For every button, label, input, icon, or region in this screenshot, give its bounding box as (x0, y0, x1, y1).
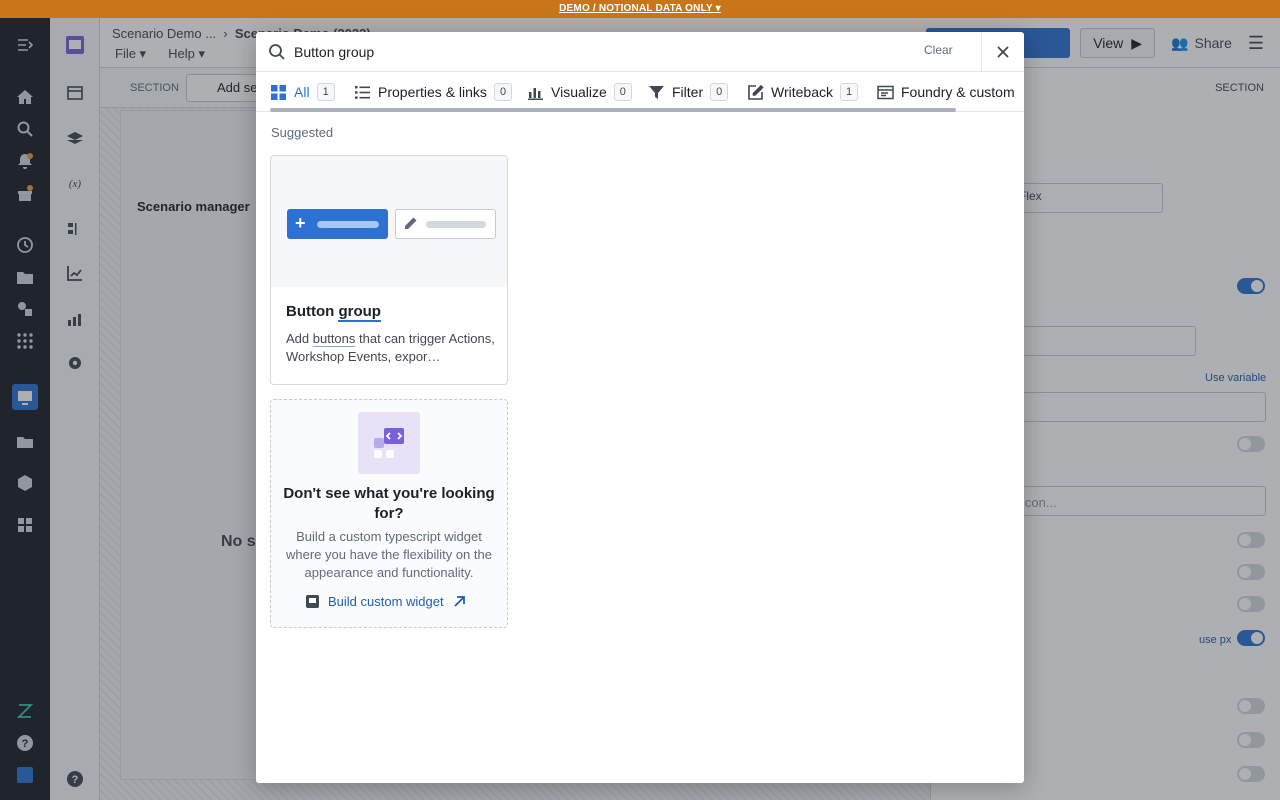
custom-widget-icon (358, 412, 420, 474)
tab-count: 0 (613, 83, 632, 101)
title-word-1: Button (286, 303, 335, 320)
filter-icon (649, 85, 664, 99)
tab-visualize[interactable]: Visualize 0 (527, 72, 632, 112)
suggested-heading: Suggested (271, 125, 334, 140)
application-icon (877, 85, 894, 99)
clear-button[interactable]: Clear (924, 43, 953, 57)
edit-icon (748, 84, 764, 100)
tab-all[interactable]: All 1 (270, 72, 335, 112)
title-word-2: group (338, 303, 381, 322)
tab-properties-links[interactable]: Properties & links 0 (354, 72, 513, 112)
search-bar: Clear (256, 32, 1024, 72)
pencil-icon (405, 217, 417, 229)
tab-count: 0 (710, 83, 729, 101)
build-custom-widget-label: Build custom widget (328, 594, 444, 609)
desc-highlight: buttons (312, 331, 356, 347)
widget-search-input[interactable] (294, 40, 894, 64)
custom-widget-card: Don't see what you're looking for? Build… (270, 399, 508, 628)
preview-primary-button: + (287, 209, 388, 239)
tab-label: Properties & links (378, 84, 487, 100)
arrow-up-right-icon (453, 596, 465, 607)
widget-title: Button group (286, 303, 381, 322)
custom-widget-description: Build a custom typescript widget where y… (286, 529, 492, 580)
tab-writeback[interactable]: Writeback 1 (747, 72, 859, 112)
button-group-widget-card[interactable]: + Button group Add buttons that can trig… (270, 155, 508, 385)
plus-icon: + (295, 213, 306, 233)
add-widget-dialog: Clear All 1 Properties & links 0 Visuali… (256, 32, 1024, 783)
preview-bar (426, 221, 486, 228)
tab-label: All (294, 84, 310, 100)
bar-chart-icon (528, 87, 543, 100)
grid-icon (271, 84, 286, 100)
tab-label: Writeback (771, 84, 833, 100)
tab-count: 1 (316, 83, 335, 101)
category-tabs: All 1 Properties & links 0 Visualize 0 F… (256, 72, 1024, 112)
custom-widget-title: Don't see what you're looking for? (283, 485, 495, 522)
tab-count: 1 (839, 83, 859, 101)
widget-preview: + (271, 156, 507, 287)
custom-widget-small-icon (306, 595, 319, 608)
divider (981, 32, 982, 72)
tab-label: Foundry & custom (901, 84, 1015, 100)
widget-description: Add buttons that can trigger Actions, Wo… (286, 330, 496, 366)
tab-foundry-custom[interactable]: Foundry & custom (877, 72, 1015, 112)
build-custom-widget-link[interactable]: Build custom widget (305, 594, 467, 609)
list-icon (355, 85, 370, 99)
code-blocks-icon (374, 428, 404, 458)
close-icon[interactable] (994, 43, 1012, 61)
demo-banner[interactable]: DEMO / NOTIONAL DATA ONLY ▾ (0, 0, 1280, 18)
tab-filter[interactable]: Filter 0 (648, 72, 729, 112)
tab-scrollbar[interactable] (270, 108, 956, 112)
preview-secondary-button (395, 209, 496, 239)
preview-bar (317, 221, 379, 228)
desc-pre: Add (286, 331, 313, 346)
tab-label: Visualize (551, 84, 607, 100)
search-icon (269, 44, 285, 60)
tab-label: Filter (672, 84, 704, 100)
tab-count: 0 (493, 83, 513, 101)
